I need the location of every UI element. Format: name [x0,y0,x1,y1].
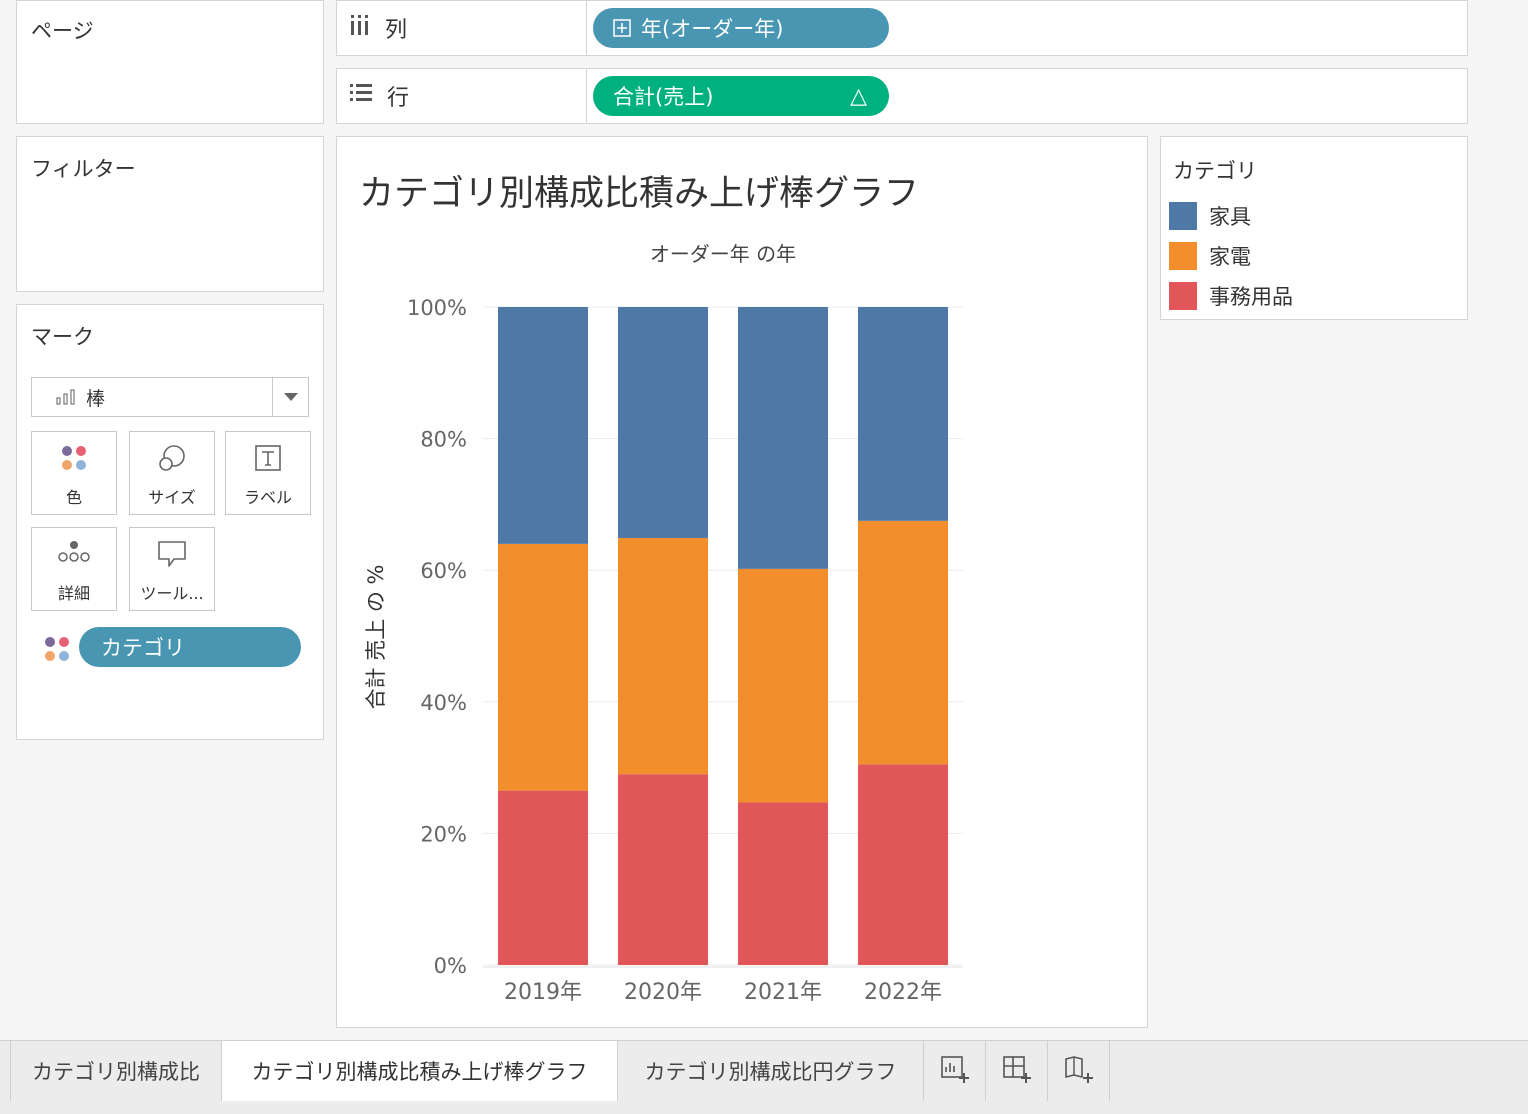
color-button[interactable]: 色 [31,431,117,515]
color-field-icon [43,635,71,667]
label-button-label: ラベル [243,488,292,507]
detail-button[interactable]: 詳細 [31,527,117,611]
new-story-icon [1064,1055,1094,1088]
label-button[interactable]: ラベル [225,431,311,515]
columns-icon [349,14,371,42]
y-tick-label: 100% [407,296,467,320]
tooltip-button[interactable]: ツール... [129,527,215,611]
bar-segment [738,802,828,965]
legend-swatch [1169,202,1197,230]
y-tick-label: 80% [420,428,467,452]
y-tick-label: 20% [420,822,467,846]
new-story-button[interactable] [1048,1041,1110,1101]
y-axis-label: 合計 売上 の % [364,565,388,710]
filters-title: フィルター [31,157,136,181]
legend-item-appliances[interactable]: 家電 [1169,241,1251,271]
mark-type-value: 棒 [86,387,106,410]
rows-shelf: 行 合計(売上) △ [336,68,1468,124]
column-header-title: オーダー年 の年 [650,242,796,266]
x-tick-label: 2021年 [744,980,822,1005]
marks-title: マーク [31,325,94,349]
x-tick-label: 2019年 [504,980,582,1005]
legend-item-label: 家具 [1209,205,1251,229]
bar-segment [618,537,708,775]
bar-segment [498,790,588,965]
legend-item-label: 事務用品 [1209,285,1293,309]
bar-segment [858,520,948,765]
y-tick-label: 40% [420,691,467,715]
stacked-bar-chart: 0% 20% 40% 60% 80% 100% オーダー年 の年合計 売上 の % 2019年… [364,242,963,1005]
chevron-down-icon[interactable] [272,378,308,416]
sheet-tab-bar: カテゴリ別構成比 カテゴリ別構成比積み上げ棒グラフ カテゴリ別構成比円グラフ [0,1040,1528,1114]
x-tick-label: 2020年 [624,980,702,1005]
bar-chart-icon [56,389,76,405]
new-dashboard-icon [1002,1055,1032,1088]
size-icon [157,444,187,478]
color-palette-icon [60,444,88,476]
new-worksheet-button[interactable] [924,1041,986,1101]
rows-shelf-label: 行 [337,69,587,123]
y-tick-label: 0% [434,954,467,978]
table-calc-delta-icon: △ [850,83,867,109]
size-button[interactable]: サイズ [129,431,215,515]
bar-segment [618,307,708,538]
legend-title: カテゴリ [1173,159,1257,183]
pages-title: ページ [31,19,94,43]
bar-segment [498,307,588,544]
legend-item-office-supplies[interactable]: 事務用品 [1169,281,1293,311]
bar-segment [858,307,948,521]
size-button-label: サイズ [148,488,196,507]
columns-label-text: 列 [385,18,408,43]
mark-type-select[interactable]: 棒 [31,377,309,417]
color-button-label: 色 [65,488,82,507]
sheet-tab-composition[interactable]: カテゴリ別構成比 [10,1041,222,1101]
x-tick-label: 2022年 [864,980,942,1005]
color-field-pill[interactable]: カテゴリ [79,627,301,667]
rows-icon [349,83,373,109]
legend-swatch [1169,282,1197,310]
legend-item-label: 家電 [1209,245,1251,269]
y-tick-label: 60% [420,559,467,583]
marks-card: マーク 棒 色 サイズ ラベル 詳細 ツール... カテゴリ [16,304,324,740]
bar-segment [738,568,828,803]
legend-swatch [1169,242,1197,270]
rows-pill-sales[interactable]: 合計(売上) △ [593,76,889,116]
bar-segment [738,307,828,569]
pages-card: ページ [16,0,324,124]
bar-segment [618,774,708,965]
columns-pill-text: 年(オーダー年) [641,17,784,41]
bar-segment [498,543,588,791]
columns-shelf-label: 列 [337,1,587,55]
legend-card: カテゴリ 家具 家電 事務用品 [1160,136,1468,320]
new-worksheet-icon [940,1055,970,1088]
sheet-tab-pie[interactable]: カテゴリ別構成比円グラフ [618,1041,924,1101]
legend-item-furniture[interactable]: 家具 [1169,201,1251,231]
bar-segment [858,764,948,965]
rows-label-text: 行 [387,86,410,111]
text-label-icon [254,444,282,476]
detail-button-label: 詳細 [57,584,90,603]
new-dashboard-button[interactable] [986,1041,1048,1101]
detail-dots-icon [58,540,90,568]
expand-plus-icon[interactable] [613,19,631,37]
columns-shelf: 列 年(オーダー年) [336,0,1468,56]
tooltip-button-label: ツール... [140,584,204,603]
rows-pill-text: 合計(売上) [613,85,714,109]
filters-card: フィルター [16,136,324,292]
sheet-tab-stacked-bar[interactable]: カテゴリ別構成比積み上げ棒グラフ [222,1041,618,1101]
view-card: カテゴリ別構成比積み上げ棒グラフ 0% 20% 40% 60% 80% 100% オーダー年… [336,136,1148,1028]
tooltip-icon [157,540,187,572]
columns-pill-year[interactable]: 年(オーダー年) [593,8,889,48]
